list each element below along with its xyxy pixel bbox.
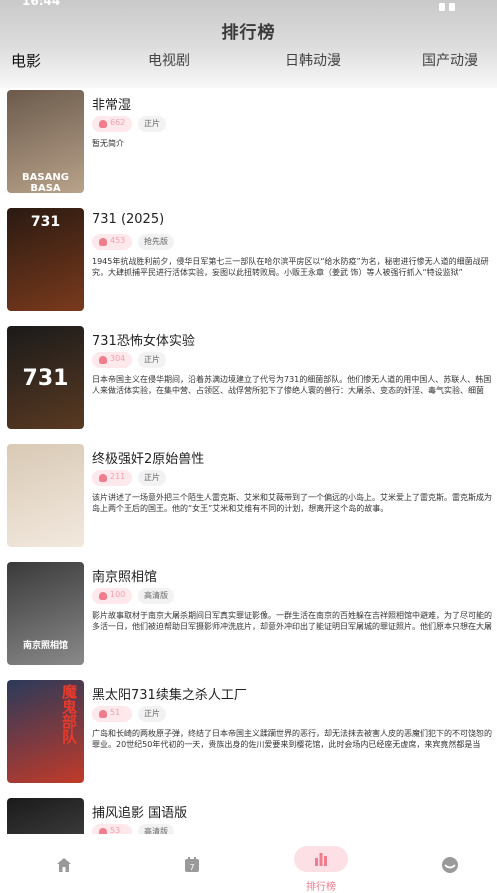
tab-movie[interactable]: 电影 xyxy=(11,50,41,71)
user-icon xyxy=(442,857,458,873)
heat-count: 453 xyxy=(110,236,126,245)
quality-badge: 正片 xyxy=(138,470,166,486)
poster-title: 魔鬼部队 xyxy=(60,684,78,744)
list-item[interactable]: 魔鬼部队 黑太阳731续集之杀人工厂 51 正片 广岛和长崎的两枚原子弹，终结了… xyxy=(0,678,497,796)
movie-title[interactable]: 终极强奸2原始兽性 xyxy=(92,448,204,467)
signal-icon xyxy=(439,3,445,11)
list-item[interactable]: 捕风追影 国语版 53 高清版 xyxy=(0,796,497,834)
movie-description: 广岛和长崎的两枚原子弹，终结了日本帝国主义蹂躏世界的恶行，却无法抹去被害人皮的恶… xyxy=(92,729,492,749)
heat-badge: 51 xyxy=(92,706,132,722)
page-title: 排行榜 xyxy=(221,23,276,43)
movie-title[interactable]: 731恐怖女体实验 xyxy=(92,330,195,349)
fire-icon xyxy=(99,238,107,246)
nav-ranking-label: 排行榜 xyxy=(306,882,336,893)
heat-count: 211 xyxy=(110,472,126,481)
status-time: 16:44 xyxy=(22,0,61,8)
fire-icon xyxy=(99,592,107,600)
category-tabs: 电影 电视剧 日韩动漫 国产动漫 xyxy=(0,50,497,74)
list-item[interactable]: 731 731恐怖女体实验 304 正片 日本帝国主义在侵华期间，沿着苏满边境建… xyxy=(0,324,497,442)
status-bar: 16:44 xyxy=(0,0,497,11)
poster[interactable]: BASANG BASA xyxy=(7,90,84,193)
tab-tv[interactable]: 电视剧 xyxy=(148,50,190,70)
movie-title[interactable]: 非常湿 xyxy=(92,94,131,113)
list-item[interactable]: 终极强奸2原始兽性 211 正片 该片讲述了一场意外把三个陌生人雷克斯、艾米和艾… xyxy=(0,442,497,560)
header: 16:44 排行榜 电影 电视剧 日韩动漫 国产动漫 xyxy=(0,0,497,88)
nav-home[interactable] xyxy=(24,834,104,893)
heat-badge: 211 xyxy=(92,470,132,486)
heat-count: 304 xyxy=(110,354,126,363)
list-item[interactable]: 南京照相馆 南京照相馆 100 高清版 影片故事取材于南京大屠杀期间日军真实罪证… xyxy=(0,560,497,678)
poster[interactable]: 731 xyxy=(7,208,84,311)
poster-title: BASANG BASA xyxy=(22,172,69,193)
quality-badge: 正片 xyxy=(138,706,166,722)
poster-title: 731 xyxy=(30,214,61,230)
movie-description: 暂无简介 xyxy=(92,139,124,148)
quality-badge: 高清版 xyxy=(138,588,174,604)
svg-text:7: 7 xyxy=(189,863,194,872)
heat-count: 53 xyxy=(110,826,121,834)
nav-ranking[interactable]: 排行榜 xyxy=(281,834,361,893)
quality-badge: 正片 xyxy=(138,116,166,132)
tab-jk-anime[interactable]: 日韩动漫 xyxy=(285,50,341,70)
battery-icon xyxy=(449,3,455,11)
poster-title: 731 xyxy=(22,366,69,391)
movie-title[interactable]: 黑太阳731续集之杀人工厂 xyxy=(92,684,247,703)
nav-calendar[interactable]: 7 xyxy=(152,834,232,893)
home-icon xyxy=(57,858,71,872)
fire-icon xyxy=(99,120,107,128)
quality-badge: 抢先版 xyxy=(138,234,174,250)
tab-cn-anime[interactable]: 国产动漫 xyxy=(422,50,478,70)
list-item[interactable]: 731 731 (2025) 453 抢先版 1945年抗战胜利前夕，侵华日军第… xyxy=(0,206,497,324)
movie-title[interactable]: 南京照相馆 xyxy=(92,566,157,585)
status-icons xyxy=(435,0,475,11)
bar-chart-icon xyxy=(315,853,327,866)
heat-badge: 662 xyxy=(92,116,132,132)
fire-icon xyxy=(99,710,107,718)
movie-title[interactable]: 731 (2025) xyxy=(92,212,164,227)
fire-icon xyxy=(99,356,107,364)
movie-description: 1945年抗战胜利前夕，侵华日军第七三一部队在哈尔滨平房区以“给水防疫”为名，秘… xyxy=(92,257,489,277)
heat-count: 662 xyxy=(110,118,126,127)
movie-title[interactable]: 捕风追影 国语版 xyxy=(92,802,187,821)
movie-description: 影片故事取材于南京大屠杀期间日军真实罪证影像。一群生活在南京的百姓躲在吉祥照相馆… xyxy=(92,611,492,631)
poster-title: 南京照相馆 xyxy=(22,641,68,651)
fire-icon xyxy=(99,474,107,482)
nav-profile[interactable] xyxy=(410,834,490,893)
heat-count: 51 xyxy=(110,708,121,717)
heat-count: 100 xyxy=(110,590,126,599)
heat-badge: 304 xyxy=(92,352,132,368)
poster[interactable] xyxy=(7,444,84,547)
heat-badge: 100 xyxy=(92,588,132,604)
bottom-nav: 7 排行榜 xyxy=(0,834,497,893)
poster[interactable]: 魔鬼部队 xyxy=(7,680,84,783)
quality-badge: 高清版 xyxy=(138,824,174,834)
heat-badge: 453 xyxy=(92,234,132,250)
poster[interactable]: 南京照相馆 xyxy=(7,562,84,665)
calendar-icon: 7 xyxy=(185,857,199,872)
movie-description: 日本帝国主义在侵华期间，沿着苏满边境建立了代号为731的细菌部队。他们惨无人道的… xyxy=(92,375,492,395)
quality-badge: 正片 xyxy=(138,352,166,368)
list-item[interactable]: BASANG BASA 非常湿 662 正片 暂无简介 xyxy=(0,88,497,206)
ranking-list: BASANG BASA 非常湿 662 正片 暂无简介 731 731 (202… xyxy=(0,88,497,834)
poster[interactable] xyxy=(7,798,84,834)
poster[interactable]: 731 xyxy=(7,326,84,429)
heat-badge: 53 xyxy=(92,824,132,834)
movie-description: 该片讲述了一场意外把三个陌生人雷克斯、艾米和艾薇带到了一个偏远的小岛上。艾米爱上… xyxy=(92,493,492,513)
